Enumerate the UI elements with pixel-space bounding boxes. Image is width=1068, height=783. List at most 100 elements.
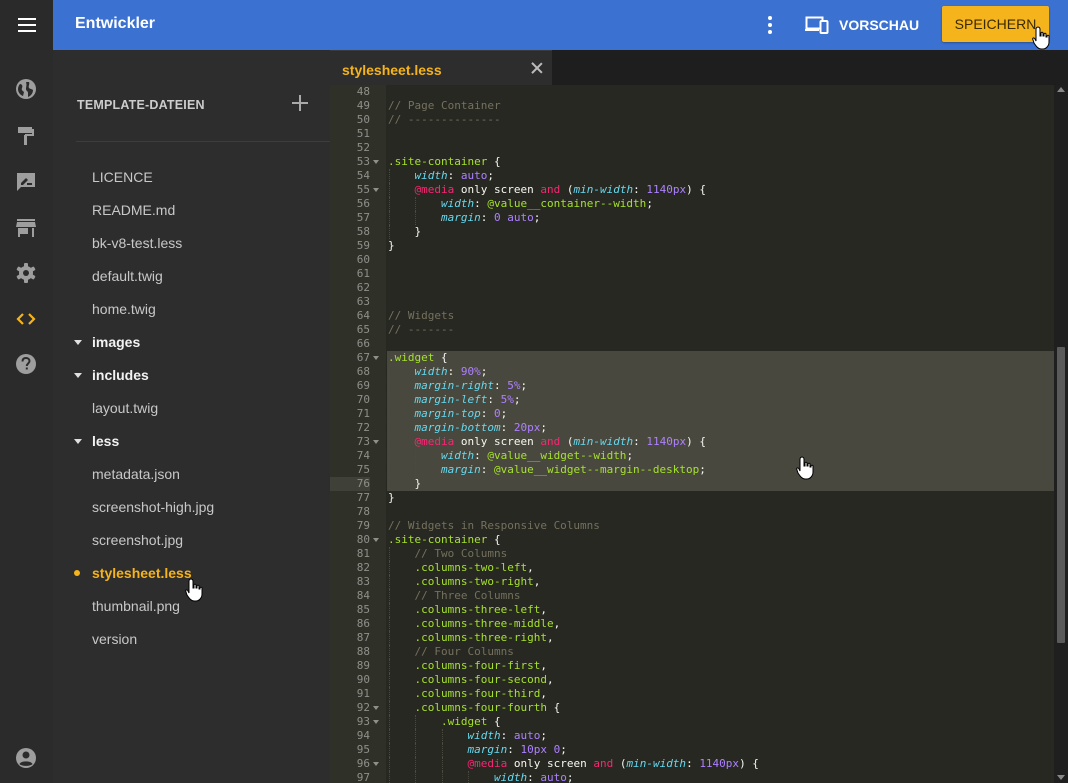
folder-item[interactable]: images	[53, 327, 330, 357]
file-item[interactable]: home.twig	[53, 294, 330, 324]
code-line[interactable]: 73 @media only screen and (min-width: 11…	[330, 435, 1054, 449]
fold-arrow-icon[interactable]	[373, 762, 379, 766]
code-line[interactable]: 81 // Two Columns	[330, 547, 1054, 561]
code-line[interactable]: 52	[330, 141, 1054, 155]
file-item[interactable]: default.twig	[53, 261, 330, 291]
fold-arrow-icon[interactable]	[373, 188, 379, 192]
add-file-button[interactable]	[291, 94, 309, 112]
code-line[interactable]: 78	[330, 505, 1054, 519]
code-line[interactable]: 75 margin: @value__widget--margin--deskt…	[330, 463, 1054, 477]
code-line[interactable]: 88 // Four Columns	[330, 645, 1054, 659]
code-line[interactable]: 80 .site-container {	[330, 533, 1054, 547]
rail-item-shop[interactable]	[14, 216, 38, 240]
code-line[interactable]: 82 .columns-two-left,	[330, 561, 1054, 575]
more-options-button[interactable]	[760, 13, 780, 37]
fold-arrow-icon[interactable]	[373, 706, 379, 710]
code-line[interactable]: 69 margin-right: 5%;	[330, 379, 1054, 393]
code-line[interactable]: 67 .widget {	[330, 351, 1054, 365]
fold-arrow-icon[interactable]	[373, 538, 379, 542]
code-line[interactable]: 71 margin-top: 0;	[330, 407, 1054, 421]
code-line[interactable]: 91 .columns-four-third,	[330, 687, 1054, 701]
fold-arrow-icon[interactable]	[373, 356, 379, 360]
caret-down-icon[interactable]	[74, 372, 82, 378]
file-item[interactable]: LICENCE	[53, 162, 330, 192]
file-item[interactable]: metadata.json	[53, 459, 330, 489]
code-line[interactable]: 65 // -------	[330, 323, 1054, 337]
fold-arrow-icon[interactable]	[373, 160, 379, 164]
file-item[interactable]: thumbnail.png	[53, 591, 330, 621]
code-line[interactable]: 96 @media only screen and (min-width: 11…	[330, 757, 1054, 771]
hamburger-menu-button[interactable]	[0, 0, 53, 50]
rail-item-content[interactable]	[14, 170, 38, 194]
code-line[interactable]: 83 .columns-two-right,	[330, 575, 1054, 589]
folder-item[interactable]: less	[53, 426, 330, 456]
code-line[interactable]: 49 // Page Container	[330, 99, 1054, 113]
code-line[interactable]: 53 .site-container {	[330, 155, 1054, 169]
rail-item-help[interactable]	[14, 352, 38, 376]
code-line[interactable]: 97 width: auto;	[330, 771, 1054, 783]
code-line[interactable]: 79 // Widgets in Responsive Columns	[330, 519, 1054, 533]
code-line[interactable]: 84 // Three Columns	[330, 589, 1054, 603]
code-line[interactable]: 58 }	[330, 225, 1054, 239]
code-line[interactable]: 57 margin: 0 auto;	[330, 211, 1054, 225]
code-line[interactable]: 63	[330, 295, 1054, 309]
code-line[interactable]: 92 .columns-four-fourth {	[330, 701, 1054, 715]
code-line[interactable]: 74 width: @value__widget--width;	[330, 449, 1054, 463]
code-line[interactable]: 68 width: 90%;	[330, 365, 1054, 379]
fold-arrow-icon[interactable]	[373, 440, 379, 444]
code-line[interactable]: 59}	[330, 239, 1054, 253]
code-line[interactable]: 95 margin: 10px 0;	[330, 743, 1054, 757]
tab-stylesheet[interactable]: stylesheet.less	[330, 50, 552, 85]
code-line[interactable]: 77}	[330, 491, 1054, 505]
code-line[interactable]: 76 }	[330, 477, 1054, 491]
code-line[interactable]: 51	[330, 127, 1054, 141]
scroll-up-icon[interactable]	[1057, 87, 1065, 92]
file-item[interactable]: stylesheet.less	[53, 558, 330, 588]
code-line[interactable]: 93 .widget {	[330, 715, 1054, 729]
code-area[interactable]: 48 49 // Page Container 50 // --------------…	[330, 85, 1054, 783]
code-line[interactable]: 70 margin-left: 5%;	[330, 393, 1054, 407]
code-line[interactable]: 50 // --------------	[330, 113, 1054, 127]
save-button[interactable]: SPEICHERN	[942, 6, 1049, 42]
scroll-thumb[interactable]	[1057, 347, 1065, 643]
code-line[interactable]: 72 margin-bottom: 20px;	[330, 421, 1054, 435]
code-text: .columns-four-third,	[387, 687, 1054, 701]
file-item[interactable]: screenshot.jpg	[53, 525, 330, 555]
code-line[interactable]: 56 width: @value__container--width;	[330, 197, 1054, 211]
file-item[interactable]: version	[53, 624, 330, 654]
scroll-down-icon[interactable]	[1057, 775, 1065, 780]
code-line[interactable]: 86 .columns-three-middle,	[330, 617, 1054, 631]
preview-button[interactable]: VORSCHAU	[805, 14, 919, 36]
paint-roller-icon	[18, 127, 34, 145]
rail-item-account[interactable]	[14, 746, 38, 770]
rail-item-websites[interactable]	[14, 77, 38, 101]
code-line[interactable]: 55 @media only screen and (min-width: 11…	[330, 183, 1054, 197]
code-line[interactable]: 54 width: auto;	[330, 169, 1054, 183]
rail-item-developer[interactable]	[14, 307, 38, 331]
line-number: 60	[356, 253, 370, 266]
file-item[interactable]: layout.twig	[53, 393, 330, 423]
code-line[interactable]: 90 .columns-four-second,	[330, 673, 1054, 687]
close-icon[interactable]	[530, 61, 544, 75]
file-item[interactable]: screenshot-high.jpg	[53, 492, 330, 522]
code-line[interactable]: 85 .columns-three-left,	[330, 603, 1054, 617]
code-line[interactable]: 87 .columns-three-right,	[330, 631, 1054, 645]
caret-down-icon[interactable]	[74, 339, 82, 345]
fold-arrow-icon[interactable]	[373, 720, 379, 724]
code-line[interactable]: 66	[330, 337, 1054, 351]
file-item[interactable]: bk-v8-test.less	[53, 228, 330, 258]
vertical-scrollbar[interactable]	[1054, 85, 1068, 783]
caret-down-icon[interactable]	[74, 438, 82, 444]
file-item[interactable]: README.md	[53, 195, 330, 225]
code-line[interactable]: 48	[330, 85, 1054, 99]
code-line[interactable]: 62	[330, 281, 1054, 295]
folder-item[interactable]: includes	[53, 360, 330, 390]
code-line[interactable]: 64 // Widgets	[330, 309, 1054, 323]
code-line[interactable]: 94 width: auto;	[330, 729, 1054, 743]
code-line[interactable]: 89 .columns-four-first,	[330, 659, 1054, 673]
rail-item-settings[interactable]	[14, 261, 38, 285]
rail-item-design[interactable]	[14, 124, 38, 148]
code-line[interactable]: 60	[330, 253, 1054, 267]
code-line[interactable]: 61	[330, 267, 1054, 281]
globe-icon	[16, 79, 36, 99]
